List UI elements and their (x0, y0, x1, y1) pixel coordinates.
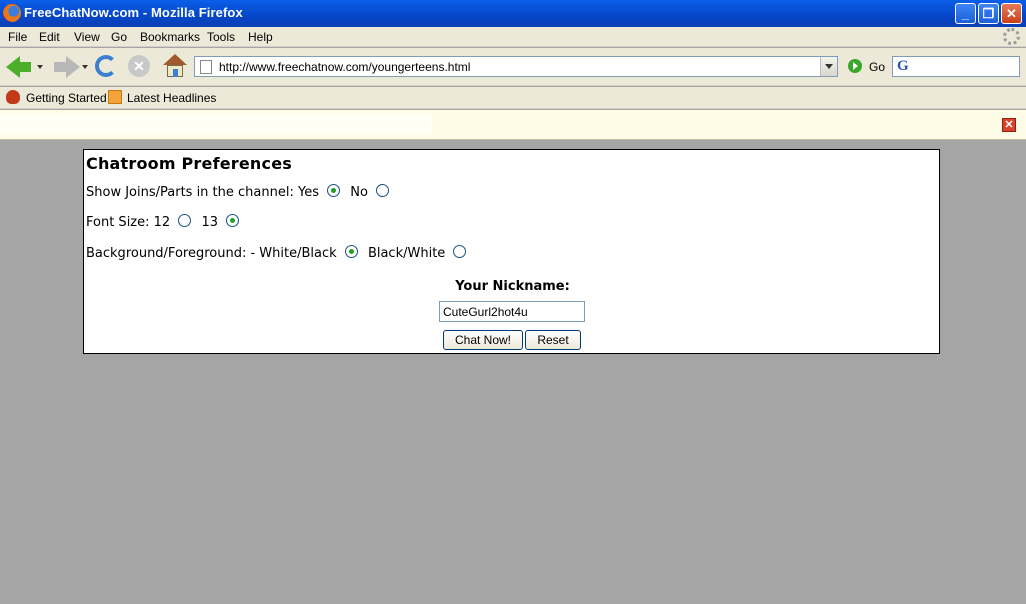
white-black-radio[interactable] (344, 245, 358, 258)
page-icon (200, 60, 212, 74)
notification-bar: ✕ (0, 110, 1026, 140)
go-icon[interactable] (848, 59, 862, 73)
window-title: FreeChatNow.com - Mozilla Firefox (24, 5, 243, 20)
joins-yes-radio[interactable] (327, 184, 341, 197)
font-size-label: Font Size: (86, 215, 150, 230)
menu-go[interactable]: Go (111, 30, 127, 44)
menu-bar: File Edit View Go Bookmarks Tools Help (0, 27, 1026, 47)
font-size-row: Font Size: 12 13 (86, 214, 245, 230)
menu-view[interactable]: View (74, 30, 100, 44)
go-button[interactable]: Go (869, 60, 885, 74)
nickname-input[interactable] (439, 301, 585, 322)
url-bar[interactable]: http://www.freechatnow.com/youngerteens.… (194, 56, 838, 77)
minimize-button[interactable]: _ (955, 3, 976, 24)
font-13-label: 13 (201, 215, 219, 230)
bookmark-getting-started[interactable]: Getting Started (26, 91, 107, 105)
menu-bookmarks[interactable]: Bookmarks (140, 30, 200, 44)
title-bar: FreeChatNow.com - Mozilla Firefox _ ❐ ✕ (0, 0, 1026, 27)
black-white-label: Black/White (367, 246, 446, 261)
black-white-radio[interactable] (453, 245, 467, 258)
background-row: Background/Foreground: - White/Black Bla… (86, 245, 472, 261)
firefox-icon (3, 4, 21, 22)
reload-icon[interactable] (95, 55, 117, 77)
close-button[interactable]: ✕ (1001, 3, 1022, 24)
getting-started-icon (6, 90, 20, 104)
font-12-label: 12 (153, 215, 171, 230)
bookmarks-toolbar: Getting Started Latest Headlines (0, 87, 1026, 109)
nickname-label: Your Nickname: (455, 279, 570, 294)
notification-close-icon[interactable]: ✕ (1002, 118, 1016, 132)
url-text[interactable]: http://www.freechatnow.com/youngerteens.… (219, 60, 470, 74)
rss-feed-icon (108, 90, 122, 104)
menu-tools[interactable]: Tools (207, 30, 235, 44)
back-arrow-icon[interactable] (6, 56, 31, 78)
joins-no-label: No (350, 185, 368, 200)
search-input[interactable]: G (892, 56, 1020, 77)
home-icon[interactable] (163, 54, 187, 78)
background-label: Background/Foreground: - White/Black (86, 246, 337, 261)
font-13-radio[interactable] (226, 214, 240, 227)
forward-arrow-icon[interactable] (54, 56, 80, 78)
joins-row: Show Joins/Parts in the channel: Yes No (86, 184, 395, 200)
menu-edit[interactable]: Edit (39, 30, 60, 44)
bookmark-latest-headlines[interactable]: Latest Headlines (127, 91, 216, 105)
chat-now-button[interactable]: Chat Now! (443, 330, 523, 350)
page-title: Chatroom Preferences (86, 154, 292, 173)
back-history-dropdown-icon[interactable] (37, 65, 43, 69)
menu-file[interactable]: File (8, 30, 27, 44)
stop-icon[interactable]: ✕ (128, 55, 150, 77)
font-12-radio[interactable] (178, 214, 192, 227)
notification-message (0, 113, 432, 135)
url-dropdown-button[interactable] (820, 57, 837, 76)
chatroom-preferences-form: Chatroom Preferences Show Joins/Parts in… (83, 149, 940, 354)
google-search-icon[interactable]: G (897, 58, 909, 75)
joins-no-radio[interactable] (376, 184, 390, 197)
throbber-icon (1003, 28, 1020, 45)
forward-history-dropdown-icon[interactable] (82, 65, 88, 69)
reset-button[interactable]: Reset (525, 330, 581, 350)
joins-label: Show Joins/Parts in the channel: (86, 185, 294, 200)
menu-help[interactable]: Help (248, 30, 273, 44)
maximize-button[interactable]: ❐ (978, 3, 999, 24)
joins-yes-label: Yes (297, 185, 319, 200)
